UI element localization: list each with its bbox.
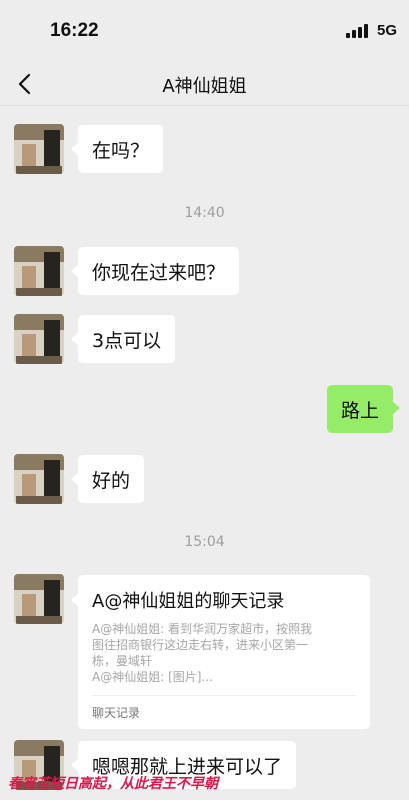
network-label: 5G bbox=[377, 22, 398, 39]
watermark-caption: 春宵苦短日高起，从此君王不早朝 bbox=[8, 776, 218, 792]
chat-record-line: 图往招商银行这边走右转，进来小区第一 bbox=[92, 638, 309, 652]
avatar[interactable] bbox=[14, 124, 64, 174]
chat-record-line: 栋，曼域轩 bbox=[92, 654, 153, 668]
chat-record-title: A@神仙姐姐的聊天记录 bbox=[92, 591, 285, 612]
chat-record-card[interactable]: A@神仙姐姐的聊天记录 A@神仙姐姐: 看到华润万家超市，按照我 图往招商银行这… bbox=[71, 575, 370, 729]
message-text: 你现在过来吧？ bbox=[92, 261, 226, 284]
message-bubble[interactable]: 3点可以 bbox=[70, 315, 176, 363]
nav-bar: A神仙姐姐 bbox=[0, 62, 409, 106]
chat-area[interactable]: 在吗？ 14:40 你现在过来吧？ 3点可以 路上 好的 15:04 A@神仙姐… bbox=[0, 106, 409, 800]
signal-icon bbox=[346, 24, 372, 38]
chat-record-footer: 聊天记录 bbox=[92, 695, 356, 721]
message-text: 路上 bbox=[341, 399, 380, 422]
message-text: 在吗？ bbox=[92, 139, 150, 162]
chat-record-line: A@神仙姐姐: 看到华润万家超市，按照我 bbox=[92, 622, 313, 636]
status-time: 16:22 bbox=[50, 20, 99, 41]
message-text: 3点可以 bbox=[92, 329, 162, 352]
message-text: 好的 bbox=[92, 469, 131, 492]
outgoing-message-bubble[interactable]: 路上 bbox=[327, 385, 401, 433]
message-bubble[interactable]: 好的 bbox=[70, 455, 145, 503]
avatar[interactable] bbox=[14, 454, 64, 504]
chat-record-line: A@神仙姐姐: [图片]... bbox=[92, 670, 213, 684]
avatar[interactable] bbox=[14, 574, 64, 624]
message-bubble[interactable]: 你现在过来吧？ bbox=[70, 247, 240, 295]
status-bar: 16:22 5G bbox=[0, 0, 409, 62]
message-bubble[interactable]: 在吗？ bbox=[70, 125, 164, 173]
timestamp: 14:40 bbox=[184, 205, 225, 221]
chat-title: A神仙姐姐 bbox=[162, 76, 247, 97]
avatar[interactable] bbox=[14, 314, 64, 364]
avatar[interactable] bbox=[14, 246, 64, 296]
timestamp: 15:04 bbox=[184, 534, 225, 550]
